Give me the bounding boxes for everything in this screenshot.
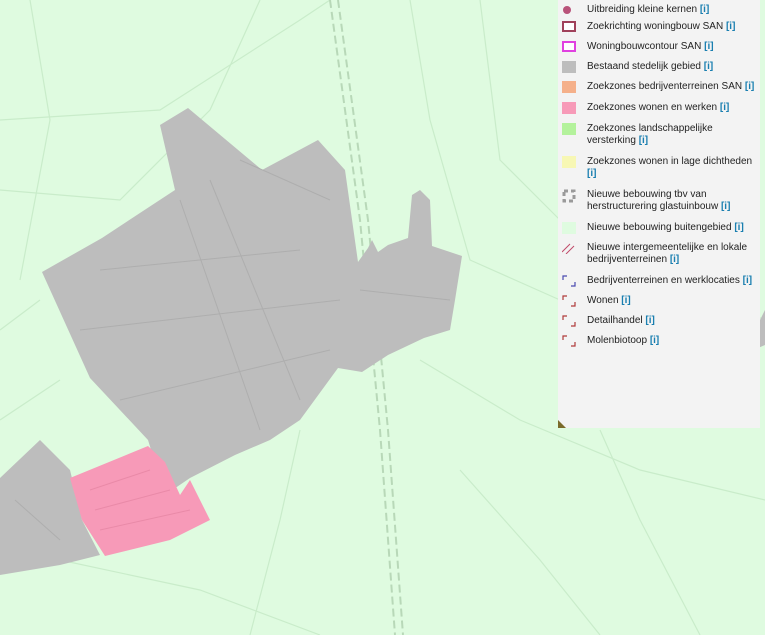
legend-info-link[interactable]: [i] — [670, 254, 679, 265]
legend-dashed-square-icon — [562, 189, 576, 203]
legend-resize-corner-icon[interactable] — [558, 420, 566, 428]
legend-swatch-icon — [562, 61, 576, 73]
legend-info-link[interactable]: [i] — [745, 81, 754, 92]
legend-item-label: Bedrijventerreinen en werklocaties [i] — [587, 275, 753, 286]
legend-item: Wonen [i] — [562, 295, 758, 307]
legend-info-link[interactable]: [i] — [645, 315, 654, 326]
legend-info-link[interactable]: [i] — [621, 295, 630, 306]
legend-item: Zoekzones wonen en werken [i] — [562, 102, 758, 114]
legend-item-label: Zoekzones bedrijventerreinen SAN [i] — [587, 81, 755, 92]
legend-info-link[interactable]: [i] — [720, 102, 729, 113]
legend-item-label: Zoekzones wonen en werken [i] — [587, 102, 730, 113]
legend-info-link[interactable]: [i] — [726, 21, 735, 32]
legend-item: Zoekzones bedrijventerreinen SAN [i] — [562, 81, 758, 93]
legend-item-label: Zoekrichting woningbouw SAN [i] — [587, 21, 736, 32]
legend-info-link[interactable]: [i] — [721, 201, 730, 212]
legend-item-label: Detailhandel [i] — [587, 315, 655, 326]
legend-item-label: Zoekzones wonen in lage dichtheden [i] — [587, 156, 753, 179]
legend-item: Nieuwe bebouwing buitengebied [i] — [562, 222, 758, 234]
legend-item: Nieuwe bebouwing tbv van herstructurerin… — [562, 189, 758, 213]
legend-item-label: Nieuwe bebouwing buitengebied [i] — [587, 222, 744, 233]
legend-outline-icon — [562, 21, 576, 33]
legend-swatch-icon — [562, 156, 576, 168]
legend-corner-marker-icon — [562, 295, 576, 307]
legend-item: Detailhandel [i] — [562, 315, 758, 327]
legend-swatch-icon — [562, 123, 576, 135]
legend-info-link[interactable]: [i] — [704, 41, 713, 52]
legend-info-link[interactable]: [i] — [587, 168, 596, 179]
legend-info-link[interactable]: [i] — [734, 222, 743, 233]
legend-info-link[interactable]: [i] — [639, 135, 648, 146]
legend-swatch-icon — [562, 81, 576, 93]
legend-item: Uitbreiding kleine kernen [i] — [562, 4, 758, 16]
legend-corner-marker-icon — [562, 275, 576, 287]
map-legend: Uitbreiding kleine kernen [i] Zoekrichtin… — [558, 0, 760, 428]
legend-item-label: Nieuwe bebouwing tbv van herstructurerin… — [587, 189, 731, 212]
legend-info-link[interactable]: [i] — [650, 335, 659, 346]
legend-info-link[interactable]: [i] — [743, 275, 752, 286]
legend-item: Zoekzones wonen in lage dichtheden [i] — [562, 156, 758, 180]
legend-item: Zoekzones landschappelijke versterking [… — [562, 123, 758, 147]
legend-item: Bedrijventerreinen en werklocaties [i] — [562, 275, 758, 287]
legend-item-label: Bestaand stedelijk gebied [i] — [587, 61, 714, 72]
legend-item: Nieuwe intergemeentelijke en lokale bedr… — [561, 242, 758, 266]
legend-item-label: Nieuwe intergemeentelijke en lokale bedr… — [587, 242, 748, 265]
legend-item-label: Zoekzones landschappelijke versterking [… — [587, 123, 713, 146]
legend-dot-icon — [562, 4, 576, 16]
legend-corner-marker-icon — [562, 315, 576, 327]
legend-info-link[interactable]: [i] — [704, 61, 713, 72]
legend-item-label: Wonen [i] — [587, 295, 631, 306]
legend-outline-icon — [562, 41, 576, 53]
legend-swatch-icon — [562, 222, 576, 234]
legend-item-label: Molenbiotoop [i] — [587, 335, 660, 346]
legend-corner-marker-icon — [562, 335, 576, 347]
legend-item-label: Woningbouwcontour SAN [i] — [587, 41, 714, 52]
legend-swatch-icon — [562, 102, 576, 114]
legend-item: Molenbiotoop [i] — [562, 335, 758, 347]
legend-item: Woningbouwcontour SAN [i] — [562, 41, 758, 53]
legend-item: Zoekrichting woningbouw SAN [i] — [562, 21, 758, 33]
legend-item-label: Uitbreiding kleine kernen [i] — [587, 4, 710, 15]
legend-info-link[interactable]: [i] — [700, 4, 709, 15]
legend-hatch-icon — [561, 242, 576, 255]
legend-item: Bestaand stedelijk gebied [i] — [562, 61, 758, 73]
